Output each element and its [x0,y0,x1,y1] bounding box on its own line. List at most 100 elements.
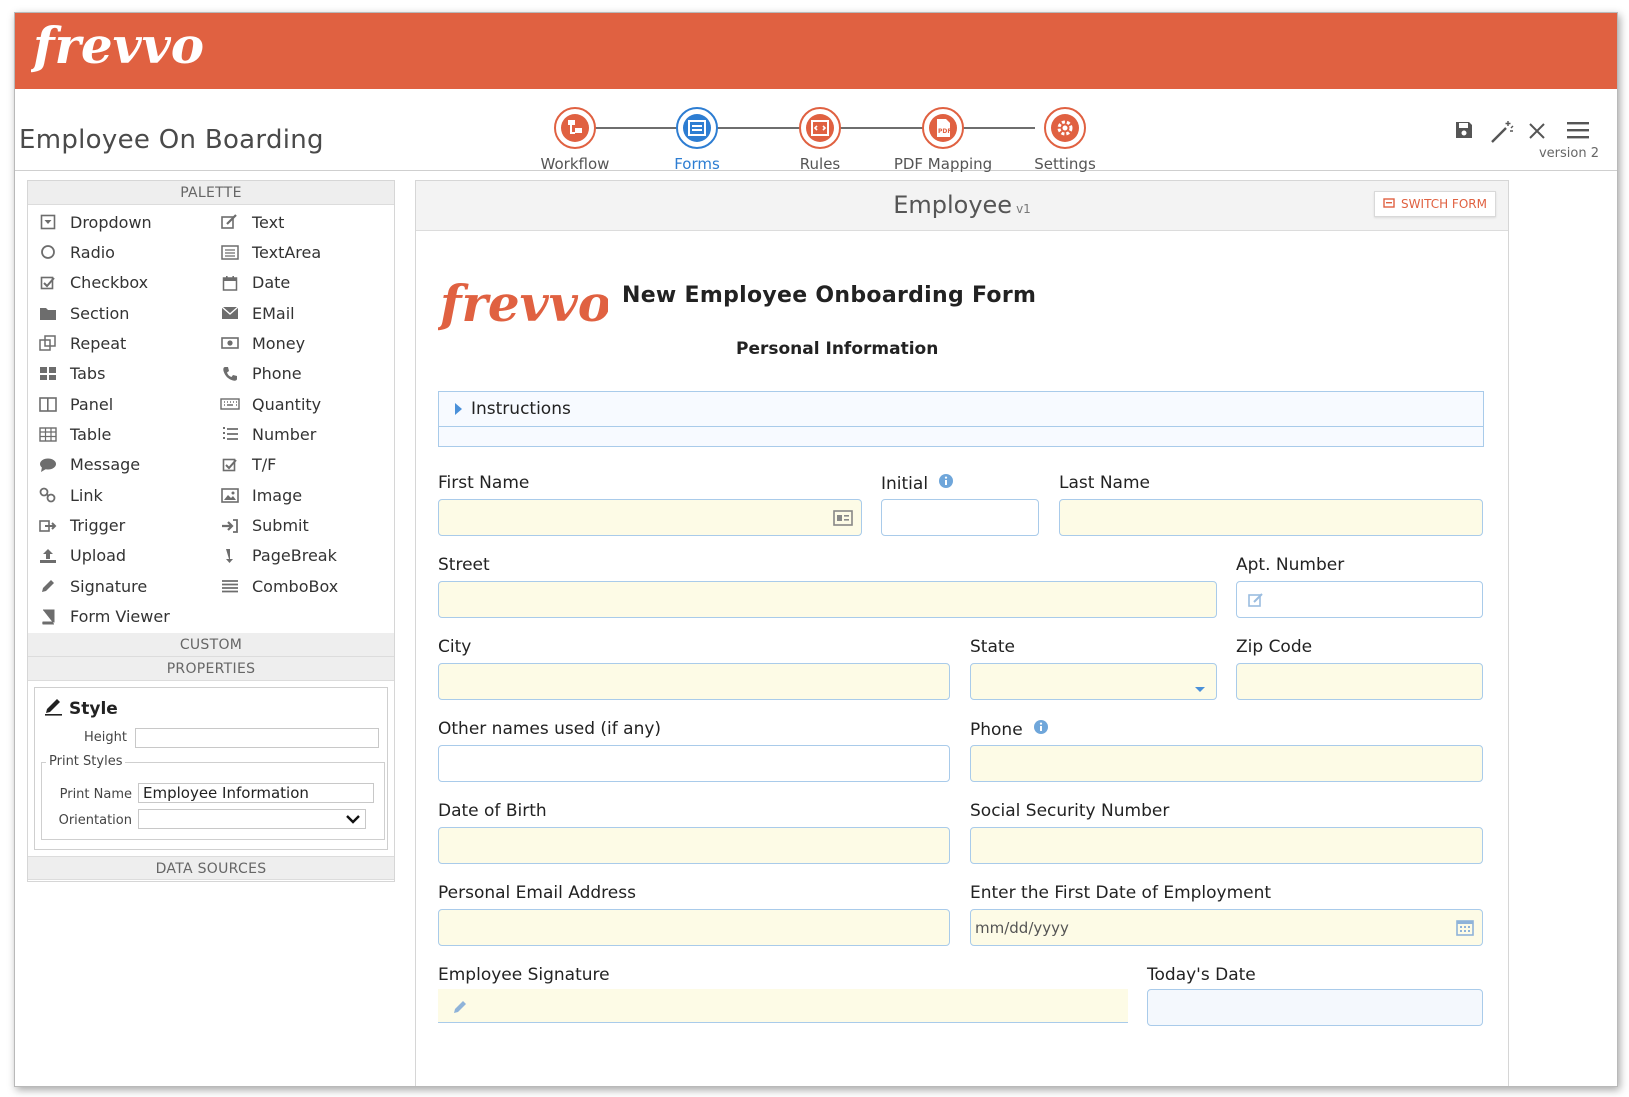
step-forms[interactable]: Forms [637,101,757,173]
palette-item-label: Table [70,424,112,444]
palette-item-label: Section [70,303,130,323]
palette-item-text[interactable]: Text [220,207,284,237]
palette-item-label: PageBreak [252,546,337,566]
state-select[interactable] [970,663,1217,700]
palette-item-form-viewer[interactable]: Form Viewer [38,602,170,632]
checkbox-icon [38,275,58,291]
pencil-icon [452,999,468,1019]
palette-item-table[interactable]: Table [38,419,111,449]
step-label: Rules [799,155,841,173]
calendar-icon[interactable] [1456,918,1474,940]
palette-item-trigger[interactable]: Trigger [38,511,125,541]
start-date-input[interactable]: mm/dd/yyyy [970,909,1483,946]
palette-item-label: Radio [70,242,115,262]
switch-form-button[interactable]: SWITCH FORM [1374,191,1496,217]
email-input[interactable] [438,909,950,946]
apt-number-input[interactable] [1236,581,1483,618]
form-canvas: Employee v1 SWITCH FORM frevvo New Employ… [415,180,1509,1086]
frevvo-logo: frevvo [30,16,221,85]
app-window: frevvo Employee On Boarding Workflow For… [14,12,1618,1087]
palette-item-label: Message [70,455,141,475]
zip-code-input[interactable] [1236,663,1483,700]
palette-heading[interactable]: PALETTE [28,181,394,205]
properties-heading[interactable]: PROPERTIES [28,657,394,681]
palette-item-radio[interactable]: Radio [38,237,115,267]
radio-icon [38,244,58,260]
palette-item-t-f[interactable]: T/F [220,450,276,480]
palette-item-date[interactable]: Date [220,268,290,298]
palette-item-label: Money [252,333,306,353]
frevvo-form-logo: frevvo [437,273,611,341]
palette-item-label: Text [252,212,285,232]
palette-item-textarea[interactable]: TextArea [220,237,321,267]
dob-input[interactable] [438,827,950,864]
palette-item-number[interactable]: Number [220,419,316,449]
orientation-select[interactable] [138,809,366,829]
save-icon[interactable] [1453,119,1475,145]
style-title: Style [43,696,118,721]
palette-item-email[interactable]: EMail [220,298,295,328]
textarea-icon [220,244,240,260]
palette-item-pagebreak[interactable]: PageBreak [220,541,337,571]
close-icon[interactable] [1527,121,1547,145]
height-label: Height [84,730,127,745]
palette-item-phone[interactable]: Phone [220,359,302,389]
workflow-icon [554,107,596,149]
version-label: version 2 [1538,146,1599,161]
orientation-label: Orientation [58,813,132,828]
palette-item-tabs[interactable]: Tabs [38,359,105,389]
palette-item-quantity[interactable]: Quantity [220,389,321,419]
svg-text:frevvo: frevvo [31,17,204,75]
brand-bar: frevvo [15,13,1617,89]
first-name-input[interactable] [438,499,862,536]
info-icon[interactable] [938,473,954,494]
step-rules[interactable]: Rules [760,101,880,173]
palette-item-message[interactable]: Message [38,450,140,480]
step-workflow[interactable]: Workflow [515,101,635,173]
print-name-label: Print Name [59,787,132,802]
palette-item-dropdown[interactable]: Dropdown [38,207,152,237]
height-input[interactable] [135,728,379,748]
palette-item-section[interactable]: Section [38,298,129,328]
palette-item-upload[interactable]: Upload [38,541,126,571]
signature-field[interactable] [438,989,1128,1023]
data-sources-heading[interactable]: DATA SOURCES [28,856,394,880]
magic-wand-icon[interactable] [1489,119,1515,149]
info-icon[interactable] [1033,719,1049,740]
initial-input[interactable] [881,499,1039,536]
palette-item-money[interactable]: Money [220,328,305,358]
instructions-body [438,427,1484,447]
other-names-input[interactable] [438,745,950,782]
pencil-icon [43,696,69,721]
palette-item-label: Tabs [70,364,106,384]
custom-heading[interactable]: CUSTOM [28,633,394,657]
city-input[interactable] [438,663,950,700]
instructions-toggle[interactable]: Instructions [438,391,1484,427]
palette-item-image[interactable]: Image [220,480,302,510]
last-name-input[interactable] [1059,499,1483,536]
message-icon [38,457,58,473]
palette-item-repeat[interactable]: Repeat [38,328,126,358]
palette-item-label: Submit [252,516,309,535]
palette-item-combobox[interactable]: ComboBox [220,571,338,601]
phone-input[interactable] [970,745,1483,782]
todays-date-input[interactable] [1147,989,1483,1026]
image-icon [220,487,240,503]
print-name-input[interactable]: Employee Information [138,783,374,803]
dob-label: Date of Birth [438,801,547,821]
menu-icon[interactable] [1565,119,1591,145]
palette-item-submit[interactable]: Submit [220,511,309,541]
step-settings[interactable]: Settings [1005,101,1125,173]
street-input[interactable] [438,581,1217,618]
palette-item-link[interactable]: Link [38,480,103,510]
step-pdf-mapping[interactable]: PDF PDF Mapping [883,101,1003,173]
gear-icon [1044,107,1086,149]
repeat-icon [38,335,58,352]
palette-item-signature[interactable]: Signature [38,571,147,601]
form-heading: New Employee Onboarding Form [622,283,1037,308]
palette-item-checkbox[interactable]: Checkbox [38,268,148,298]
palette-item-label: Link [70,485,103,505]
app-title: Employee On Boarding [19,125,324,155]
ssn-input[interactable] [970,827,1483,864]
palette-item-panel[interactable]: Panel [38,389,113,419]
